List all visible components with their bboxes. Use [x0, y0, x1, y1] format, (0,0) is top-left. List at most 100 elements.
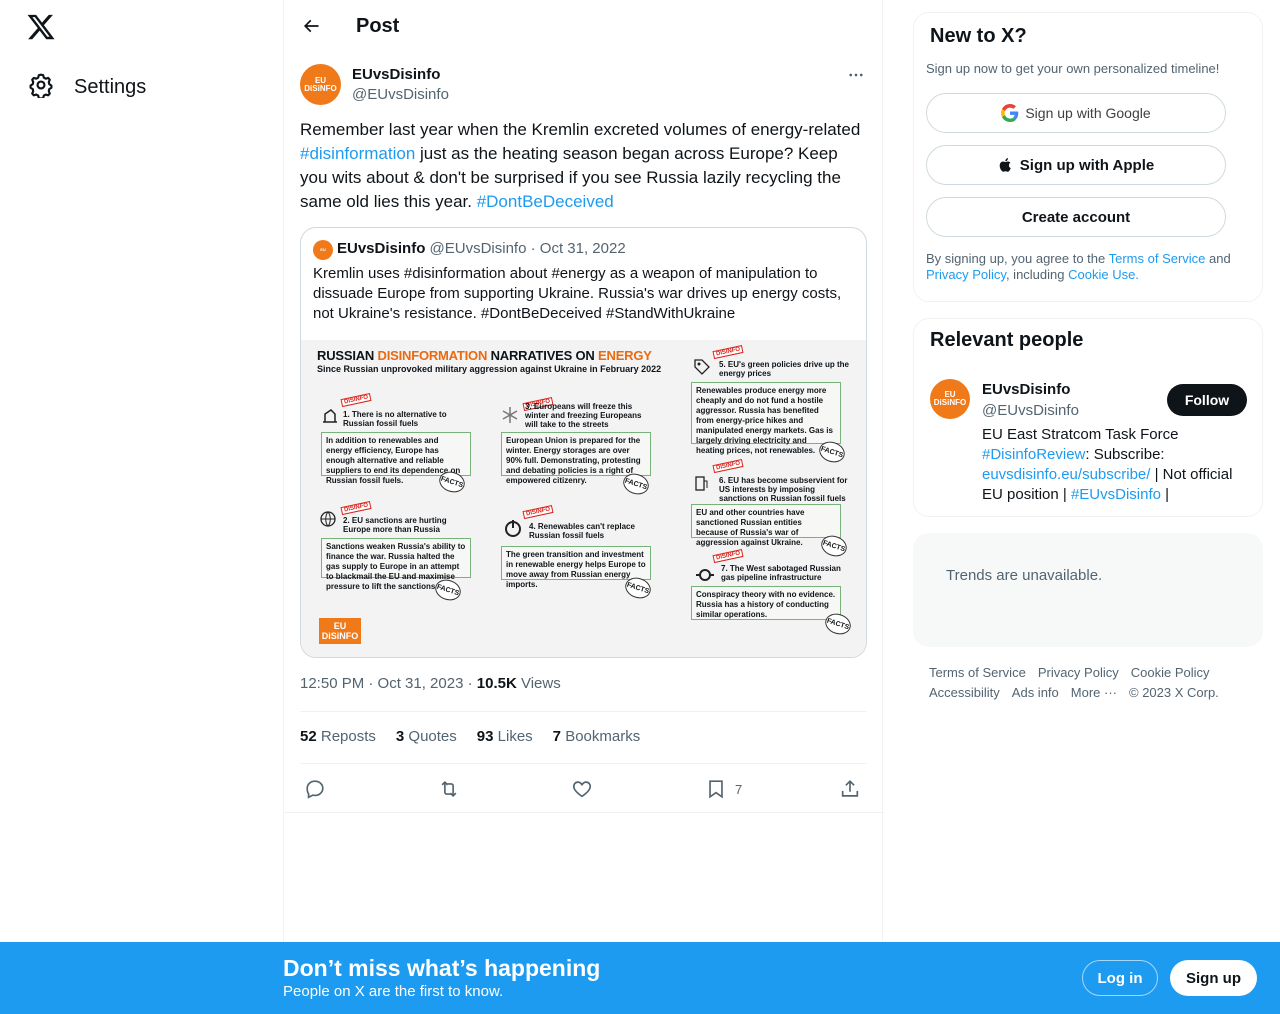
avatar-logo-text: DiSiNFO	[933, 398, 967, 407]
signup-legal: By signing up, you agree to the Terms of…	[926, 251, 1246, 283]
nav-settings-link[interactable]: Settings	[16, 64, 158, 110]
avatar-logo-text: DiSiNFO	[304, 83, 337, 93]
hashtag-link[interactable]: #EUvsDisinfo	[1071, 486, 1161, 503]
title-part: RUSSIAN	[317, 348, 378, 363]
disinfo-tag: DISINFO	[340, 500, 372, 516]
likes-stat[interactable]: 93 Likes	[477, 728, 533, 745]
logo-text: DiSiNFO	[321, 631, 359, 641]
signup-google-button[interactable]: Sign up with Google	[926, 93, 1226, 133]
signup-button[interactable]: Sign up	[1170, 960, 1257, 996]
views-count: 10.5K	[476, 675, 517, 692]
fact-card-2: Sanctions weaken Russia's ability to fin…	[321, 538, 471, 591]
bio-text: EU East Stratcom Task Force	[982, 426, 1179, 443]
relevant-people-panel: Relevant people EU DiSiNFO EUvsDisinfo @…	[913, 318, 1263, 517]
bookmark-button[interactable]: 7	[705, 776, 742, 802]
views-label: Views	[516, 675, 561, 692]
relevant-person-handle[interactable]: @EUvsDisinfo	[982, 402, 1079, 419]
relevant-person-name[interactable]: EUvsDisinfo	[982, 381, 1070, 398]
quote-text: Kremlin uses #disinformation about #ener…	[313, 265, 842, 322]
author-avatar[interactable]: EU DiSiNFO	[300, 64, 341, 105]
bio-text: : Subscribe:	[1085, 446, 1165, 463]
pipeline-icon	[695, 566, 714, 584]
main-column: Post EU DiSiNFO EUvsDisinfo @EUvsDisinfo…	[283, 0, 884, 1014]
heart-icon	[572, 781, 592, 798]
price-tag-icon	[693, 358, 711, 376]
privacy-link[interactable]: Privacy Policy	[926, 267, 1006, 282]
quotes-stat[interactable]: 3 Quotes	[396, 728, 457, 745]
fact-card-3: European Union is prepared for the winte…	[501, 432, 651, 485]
author-name[interactable]: EUvsDisinfo	[352, 66, 440, 83]
footer-privacy-link[interactable]: Privacy Policy	[1038, 665, 1119, 680]
quotes-label: Quotes	[408, 728, 457, 745]
claim-2: 2. EU sanctions are hurting Europe more …	[343, 516, 447, 534]
follow-button[interactable]: Follow	[1167, 384, 1247, 416]
fact-card-5: Renewables produce energy more cheaply a…	[691, 382, 841, 455]
share-button[interactable]	[839, 776, 861, 802]
relevant-people-title: Relevant people	[930, 329, 1084, 351]
bookmarks-count: 7	[552, 728, 562, 745]
footer-accessibility-link[interactable]: Accessibility	[929, 685, 1000, 700]
reply-button[interactable]	[304, 776, 326, 802]
create-account-button[interactable]: Create account	[926, 197, 1226, 237]
author-handle[interactable]: @EUvsDisinfo	[352, 86, 449, 103]
disinfo-tag: DISINFO	[340, 392, 372, 408]
back-button[interactable]	[296, 11, 326, 41]
relevant-person-avatar[interactable]: EU DiSiNFO	[930, 379, 970, 419]
claim-6: 6. EU has become subservient for US inte…	[719, 476, 848, 503]
disinfo-tag: DISINFO	[712, 458, 744, 474]
disinfo-tag: DISINFO	[522, 504, 554, 520]
infographic-subtitle: Since Russian unprovoked military aggres…	[317, 364, 662, 374]
likes-count: 93	[476, 728, 494, 745]
infographic-title: RUSSIAN DISINFORMATION NARRATIVES ON ENE…	[317, 348, 652, 363]
cookie-use-link[interactable]: Cookie Use.	[1068, 267, 1139, 282]
signup-google-label: Sign up with Google	[1025, 105, 1151, 121]
banner-subtitle: People on X are the first to know.	[283, 983, 504, 1000]
like-button[interactable]	[571, 776, 593, 802]
claim-5: 5. EU's green policies drive up the ener…	[719, 360, 849, 378]
divider	[300, 763, 867, 764]
snowflake-icon	[501, 406, 519, 424]
footer-terms-link[interactable]: Terms of Service	[929, 665, 1026, 680]
gas-pump-icon	[693, 474, 711, 492]
relevant-person-bio: EU East Stratcom Task Force #DisinfoRevi…	[982, 425, 1242, 505]
signup-apple-button[interactable]: Sign up with Apple	[926, 145, 1226, 185]
footer-cookie-link[interactable]: Cookie Policy	[1131, 665, 1210, 680]
avatar-logo-text: EU	[320, 247, 326, 252]
login-button[interactable]: Log in	[1082, 960, 1158, 996]
more-options-button[interactable]	[844, 64, 868, 86]
divider	[284, 812, 884, 813]
tweet-text: Remember last year when the Kremlin excr…	[300, 118, 868, 214]
claim-7: 7. The West sabotaged Russian gas pipeli…	[721, 564, 841, 582]
reposts-stat[interactable]: 52 Reposts	[300, 728, 376, 745]
hashtag-link[interactable]: #DisinfoReview	[982, 446, 1085, 463]
signup-apple-label: Sign up with Apple	[1019, 156, 1155, 174]
back-arrow-icon	[303, 19, 319, 33]
divider	[300, 711, 867, 712]
engagement-stats: 52 Reposts 3 Quotes 93 Likes 7 Bookmarks	[300, 728, 640, 745]
fact-card-4: The green transition and investment in r…	[501, 546, 651, 589]
legal-text: , including	[1005, 267, 1069, 282]
terms-link[interactable]: Terms of Service	[1109, 251, 1206, 266]
footer-ads-link[interactable]: Ads info	[1012, 685, 1059, 700]
bookmarks-stat[interactable]: 7 Bookmarks	[553, 728, 641, 745]
quote-author-name: EUvsDisinfo	[337, 240, 426, 257]
footer-more-link[interactable]: More ···	[1071, 685, 1117, 700]
repost-icon	[441, 780, 457, 798]
repost-button[interactable]	[437, 776, 461, 802]
quotes-count: 3	[395, 728, 405, 745]
trends-panel: Trends are unavailable.	[913, 533, 1263, 647]
signup-banner: Don’t miss what’s happening People on X …	[0, 942, 1280, 1014]
subscribe-link[interactable]: euvsdisinfo.eu/subscribe/	[982, 466, 1150, 483]
claim-1: 1. There is no alternative to Russian fo…	[343, 410, 447, 428]
tweet-timestamp[interactable]: 12:50 PM · Oct 31, 2023 ·	[300, 675, 477, 692]
legal-text: By signing up, you agree to the	[926, 251, 1109, 266]
x-logo-icon[interactable]	[26, 12, 58, 44]
quoted-tweet[interactable]: EU EUvsDisinfo @EUvsDisinfo · Oct 31, 20…	[300, 227, 867, 658]
google-icon	[1001, 104, 1019, 122]
euvsdisinfo-logo: EU DiSiNFO	[319, 618, 361, 644]
reposts-label: Reposts	[320, 728, 376, 745]
quote-header: EUvsDisinfo @EUvsDisinfo · Oct 31, 2022	[337, 240, 626, 257]
hashtag-link[interactable]: #DontBeDeceived	[477, 192, 614, 211]
infographic-image[interactable]: RUSSIAN DISINFORMATION NARRATIVES ON ENE…	[301, 340, 866, 657]
hashtag-link[interactable]: #disinformation	[300, 144, 415, 163]
